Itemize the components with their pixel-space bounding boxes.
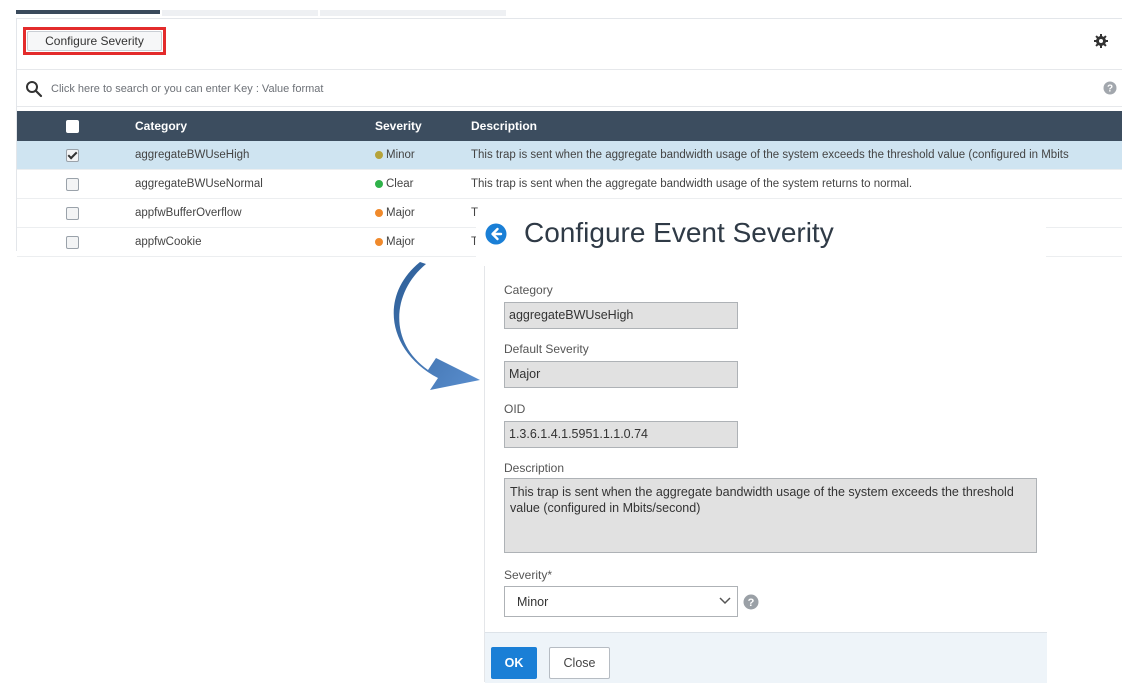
row-checkbox-cell — [17, 141, 127, 170]
dialog-footer: OK Close — [485, 632, 1047, 683]
column-header-category[interactable]: Category — [127, 111, 367, 141]
svg-text:?: ? — [1107, 84, 1113, 95]
description-field: This trap is sent when the aggregate ban… — [504, 478, 1037, 553]
table-row[interactable]: aggregateBWUseNormal Clear This trap is … — [17, 169, 1122, 199]
row-description: This trap is sent when the aggregate ban… — [463, 169, 1122, 199]
select-all-checkbox[interactable] — [65, 120, 79, 134]
search-icon — [26, 81, 43, 98]
category-label: Category — [504, 283, 553, 297]
row-checkbox-cell — [17, 227, 127, 257]
description-label: Description — [504, 461, 565, 475]
severity-label: Severity* — [504, 568, 553, 582]
ok-button[interactable]: OK — [491, 647, 537, 679]
dialog-title: Configure Event Severity — [524, 217, 834, 248]
row-category: aggregateBWUseHigh — [127, 141, 367, 170]
oid-field: 1.3.6.1.4.1.5951.1.1.0.74 — [504, 421, 738, 448]
configure-event-severity-dialog: Category aggregateBWUseHigh Default Seve… — [484, 266, 1047, 683]
row-severity-cell: Major — [367, 227, 463, 257]
row-severity: Major — [386, 236, 415, 248]
row-description: This trap is sent when the aggregate ban… — [463, 141, 1122, 170]
tab-active[interactable] — [16, 10, 160, 14]
column-header-severity[interactable]: Severity — [367, 111, 463, 141]
help-icon[interactable]: ? — [743, 594, 759, 610]
column-header-description[interactable]: Description — [463, 111, 1122, 141]
dialog-header: Configure Event Severity — [476, 213, 1046, 263]
row-severity-cell: Major — [367, 198, 463, 228]
row-checkbox-cell — [17, 198, 127, 228]
row-severity: Clear — [386, 178, 414, 190]
close-button[interactable]: Close — [549, 647, 610, 679]
severity-dot-icon — [375, 237, 383, 246]
severity-dot-icon — [375, 150, 383, 159]
row-checkbox-cell — [17, 169, 127, 199]
search-bar: ? — [17, 69, 1122, 107]
row-checkbox[interactable] — [65, 148, 79, 162]
configure-severity-button[interactable]: Configure Severity — [27, 31, 162, 51]
row-category: aggregateBWUseNormal — [127, 169, 367, 199]
severity-dot-icon — [375, 179, 383, 188]
severity-dot-icon — [375, 208, 383, 217]
tab-3[interactable] — [320, 10, 506, 16]
toolbar: Configure Severity — [17, 19, 1122, 67]
svg-text:?: ? — [748, 597, 755, 609]
row-checkbox[interactable] — [65, 177, 79, 191]
default-severity-label: Default Severity — [504, 342, 589, 356]
row-checkbox[interactable] — [65, 206, 79, 220]
row-category: appfwBufferOverflow — [127, 198, 367, 228]
gear-icon[interactable] — [1093, 33, 1109, 49]
table-row[interactable]: aggregateBWUseHigh Minor This trap is se… — [17, 141, 1122, 170]
highlight-box: Configure Severity — [23, 27, 166, 55]
back-arrow-icon[interactable] — [485, 223, 507, 245]
row-severity: Minor — [386, 149, 415, 161]
row-severity: Major — [386, 207, 415, 219]
row-category: appfwCookie — [127, 227, 367, 257]
row-severity-cell: Minor — [367, 141, 463, 170]
default-severity-field: Major — [504, 361, 738, 388]
select-all-cell — [17, 111, 127, 141]
oid-label: OID — [504, 402, 526, 416]
table-header: Category Severity Description — [17, 111, 1122, 141]
tab-strip — [16, 10, 506, 18]
row-severity-cell: Clear — [367, 169, 463, 199]
search-input[interactable] — [49, 78, 953, 100]
category-field: aggregateBWUseHigh — [504, 302, 738, 329]
severity-select-value: Minor — [517, 595, 549, 609]
curved-arrow-icon — [393, 262, 480, 390]
chevron-down-icon — [719, 597, 731, 605]
tab-2[interactable] — [162, 10, 318, 16]
severity-select[interactable]: Minor — [504, 586, 738, 617]
row-checkbox[interactable] — [65, 235, 79, 249]
help-icon[interactable]: ? — [1103, 81, 1117, 95]
